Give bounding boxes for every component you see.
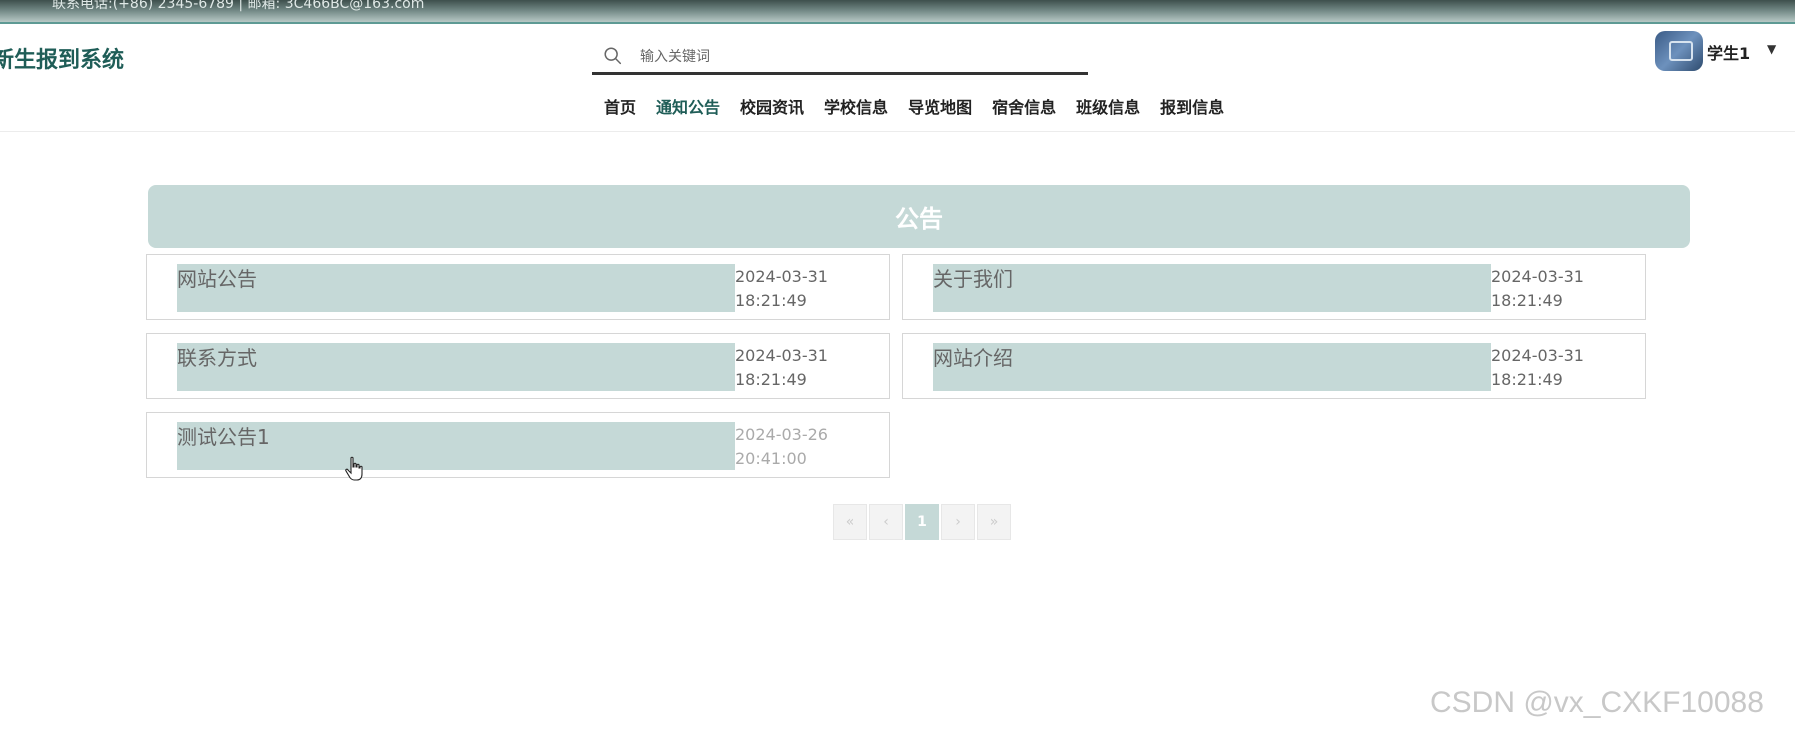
notice-date: 2024-03-26 <box>735 425 828 444</box>
username[interactable]: 学生1 <box>1707 40 1750 64</box>
nav-item-registration-info[interactable]: 报到信息 <box>1150 96 1234 120</box>
chevron-down-icon[interactable]: ▼ <box>1767 42 1776 56</box>
nav-item-school-info[interactable]: 学校信息 <box>814 96 898 120</box>
notice-datetime: 2024-03-31 18:21:49 <box>1491 265 1601 313</box>
search-input[interactable] <box>638 44 1062 70</box>
page-number-button[interactable]: 1 <box>905 504 939 540</box>
nav-item-dorm-info[interactable]: 宿舍信息 <box>982 96 1066 120</box>
avatar[interactable] <box>1655 31 1703 71</box>
notice-card[interactable]: 关于我们 2024-03-31 18:21:49 <box>902 254 1646 320</box>
watermark: CSDN @vx_CXKF10088 <box>1430 686 1764 719</box>
nav-item-notices[interactable]: 通知公告 <box>646 96 730 120</box>
pagination: « ‹ 1 › » <box>833 504 1011 540</box>
notice-time: 18:21:49 <box>735 370 807 389</box>
notice-card[interactable]: 联系方式 2024-03-31 18:21:49 <box>146 333 890 399</box>
notice-card[interactable]: 网站介绍 2024-03-31 18:21:49 <box>902 333 1646 399</box>
notice-datetime: 2024-03-31 18:21:49 <box>735 265 845 313</box>
notice-title[interactable]: 关于我们 <box>933 264 1491 312</box>
section-title: 公告 <box>895 205 943 233</box>
next-page-button[interactable]: › <box>941 504 975 540</box>
prev-page-button[interactable]: ‹ <box>869 504 903 540</box>
notice-time: 18:21:49 <box>735 291 807 310</box>
contact-info-text: 联系电话:(+86) 2345-6789 | 邮箱: 3C466BC@163.c… <box>52 0 425 12</box>
notice-datetime: 2024-03-31 18:21:49 <box>1491 344 1601 392</box>
nav-item-home[interactable]: 首页 <box>594 96 646 120</box>
notice-time: 18:21:49 <box>1491 370 1563 389</box>
section-header: 公告 <box>148 185 1690 248</box>
nav-item-guide-map[interactable]: 导览地图 <box>898 96 982 120</box>
notice-date: 2024-03-31 <box>1491 267 1584 286</box>
search-bar <box>592 40 1088 75</box>
notice-time: 18:21:49 <box>1491 291 1563 310</box>
site-header: 新生报到系统 学生1 ▼ 首页 通知公告 校园资讯 学校信息 导览地图 宿舍信息… <box>0 24 1795 132</box>
last-page-button[interactable]: » <box>977 504 1011 540</box>
notice-title[interactable]: 测试公告1 <box>177 422 735 470</box>
site-title[interactable]: 新生报到系统 <box>0 42 124 74</box>
notice-date: 2024-03-31 <box>735 346 828 365</box>
top-info-bar: 联系电话:(+86) 2345-6789 | 邮箱: 3C466BC@163.c… <box>0 0 1795 24</box>
notice-datetime: 2024-03-31 18:21:49 <box>735 344 845 392</box>
first-page-button[interactable]: « <box>833 504 867 540</box>
nav-item-campus-news[interactable]: 校园资讯 <box>730 96 814 120</box>
notice-title[interactable]: 网站公告 <box>177 264 735 312</box>
notice-card[interactable]: 网站公告 2024-03-31 18:21:49 <box>146 254 890 320</box>
search-icon[interactable] <box>602 45 624 67</box>
notice-card[interactable]: 测试公告1 2024-03-26 20:41:00 <box>146 412 890 478</box>
notice-date: 2024-03-31 <box>1491 346 1584 365</box>
nav-item-class-info[interactable]: 班级信息 <box>1066 96 1150 120</box>
notice-datetime: 2024-03-26 20:41:00 <box>735 423 845 471</box>
notice-title[interactable]: 联系方式 <box>177 343 735 391</box>
notice-title[interactable]: 网站介绍 <box>933 343 1491 391</box>
notice-date: 2024-03-31 <box>735 267 828 286</box>
notice-time: 20:41:00 <box>735 449 807 468</box>
main-nav: 首页 通知公告 校园资讯 学校信息 导览地图 宿舍信息 班级信息 报到信息 <box>594 96 1234 120</box>
hand-cursor-icon <box>345 456 363 481</box>
